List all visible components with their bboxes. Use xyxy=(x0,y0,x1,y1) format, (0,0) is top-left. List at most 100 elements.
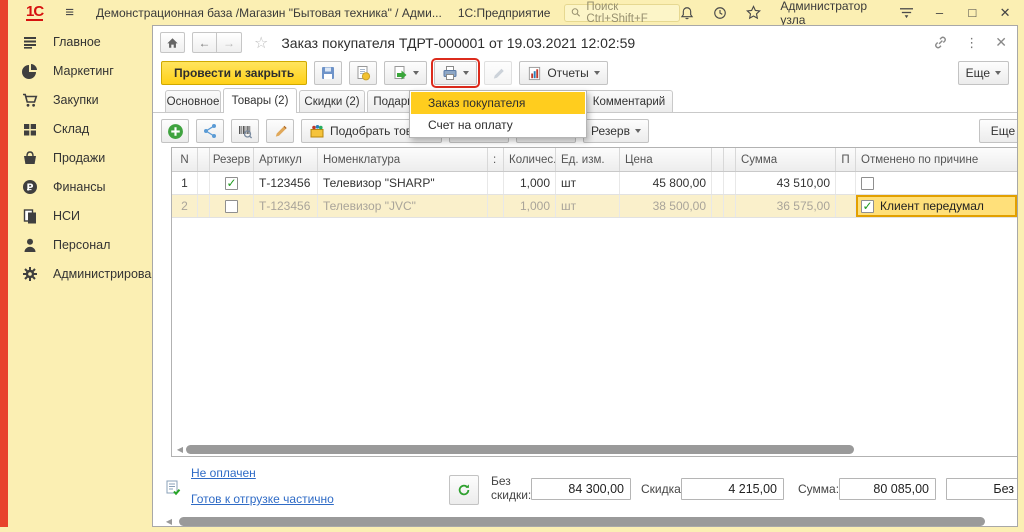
cell-sum[interactable]: 43 510,00 xyxy=(736,172,836,194)
cell-blank[interactable] xyxy=(712,172,724,194)
menu-item-zakaz-pokupatelya[interactable]: Заказ покупателя xyxy=(411,92,585,114)
add-row-button[interactable] xyxy=(161,119,189,143)
print-button[interactable] xyxy=(434,61,477,85)
post-document-button[interactable] xyxy=(349,61,377,85)
service-settings-icon[interactable] xyxy=(899,5,914,21)
current-user[interactable]: Администратор узла xyxy=(780,0,879,27)
add-to-favorites-icon[interactable]: ☆ xyxy=(254,33,268,53)
table-row-1[interactable]: 1 Т-123456 Телевизор "SHARP" 1,000 шт 45… xyxy=(172,172,1017,195)
tab-osnovnoe[interactable]: Основное xyxy=(165,90,221,112)
cell-char[interactable] xyxy=(488,172,504,194)
table-horizontal-scrollbar[interactable]: ◀ xyxy=(174,444,1015,455)
save-button[interactable] xyxy=(314,61,342,85)
cell-blank[interactable] xyxy=(712,195,724,217)
refresh-button[interactable] xyxy=(449,475,479,505)
reserve-button[interactable]: Резерв xyxy=(583,119,649,143)
change-price-button[interactable] xyxy=(266,119,294,143)
history-icon[interactable] xyxy=(713,5,727,21)
col-header-char[interactable]: : xyxy=(488,148,504,171)
scroll-left-icon[interactable]: ◀ xyxy=(174,445,186,454)
without-discount-field[interactable]: 84 300,00 xyxy=(531,478,631,500)
tab-skidki[interactable]: Скидки (2) xyxy=(299,90,365,112)
maximize-button[interactable]: □ xyxy=(965,5,979,20)
sidebar-item-finansy[interactable]: Р Финансы xyxy=(8,172,152,201)
form-horizontal-scrollbar[interactable]: ◀ xyxy=(163,515,997,527)
cell-char[interactable] xyxy=(488,195,504,217)
col-header-price[interactable]: Цена xyxy=(620,148,712,171)
form-more-button[interactable]: Еще xyxy=(958,61,1009,85)
reports-button[interactable]: Отчеты xyxy=(519,61,607,85)
tab-kommentariy[interactable]: Комментарий xyxy=(585,90,673,112)
cell-article[interactable]: Т-123456 xyxy=(254,195,318,217)
sidebar-item-glavnoe[interactable]: Главное xyxy=(8,27,152,56)
cancel-checkbox-unchecked[interactable] xyxy=(861,177,874,190)
cell-blank[interactable] xyxy=(198,195,210,217)
col-header-qty[interactable]: Количес... xyxy=(504,148,556,171)
cell-qty[interactable]: 1,000 xyxy=(504,195,556,217)
tab-tovary[interactable]: Товары (2) xyxy=(223,88,297,113)
main-menu-icon[interactable]: ≡ xyxy=(65,4,74,21)
minimize-button[interactable]: – xyxy=(933,5,947,20)
close-window-button[interactable]: ✕ xyxy=(998,5,1012,21)
cell-unit[interactable]: шт xyxy=(556,195,620,217)
close-form-icon[interactable]: ✕ xyxy=(995,34,1007,51)
reserve-checkbox-checked[interactable] xyxy=(225,177,238,190)
cancel-checkbox-checked[interactable] xyxy=(861,200,874,213)
payment-status-link[interactable]: Не оплачен xyxy=(191,466,256,480)
vat-field[interactable]: Без НДС xyxy=(946,478,1018,500)
cell-price[interactable]: 38 500,00 xyxy=(620,195,712,217)
cell-unit[interactable]: шт xyxy=(556,172,620,194)
favorites-star-icon[interactable] xyxy=(746,5,761,21)
sidebar-item-administrirovanie[interactable]: Администрирование xyxy=(8,259,152,288)
cell-sum[interactable]: 36 575,00 xyxy=(736,195,836,217)
table-row-2-cancelled[interactable]: 2 Т-123456 Телевизор "JVC" 1,000 шт 38 5… xyxy=(172,195,1017,218)
structure-button[interactable] xyxy=(196,119,224,143)
table-scroll-thumb[interactable] xyxy=(186,445,854,454)
col-header-num[interactable]: N xyxy=(172,148,198,171)
items-more-button[interactable]: Еще xyxy=(979,119,1018,143)
cell-price[interactable]: 45 800,00 xyxy=(620,172,712,194)
cell-nomenclature[interactable]: Телевизор "JVC" xyxy=(318,195,488,217)
forward-button[interactable]: → xyxy=(217,32,242,53)
cell-p[interactable] xyxy=(836,195,856,217)
scroll-left-icon[interactable]: ◀ xyxy=(163,517,175,526)
cell-blank[interactable] xyxy=(198,172,210,194)
cell-num[interactable]: 1 xyxy=(172,172,198,194)
sidebar-item-sklad[interactable]: Склад xyxy=(8,114,152,143)
sidebar-item-nsi[interactable]: НСИ xyxy=(8,201,152,230)
get-link-icon[interactable] xyxy=(933,35,948,50)
reserve-checkbox-unchecked[interactable] xyxy=(225,200,238,213)
cell-blank[interactable] xyxy=(724,172,736,194)
cell-p[interactable] xyxy=(836,172,856,194)
create-based-on-button[interactable] xyxy=(384,61,427,85)
notifications-bell-icon[interactable] xyxy=(680,5,694,21)
sidebar-item-prodazhi[interactable]: Продажи xyxy=(8,143,152,172)
sidebar-item-zakupki[interactable]: Закупки xyxy=(8,85,152,114)
col-header-blank1[interactable] xyxy=(198,148,210,171)
discount-field[interactable]: 4 215,00 xyxy=(681,478,784,500)
cell-article[interactable]: Т-123456 xyxy=(254,172,318,194)
col-header-unit[interactable]: Ед. изм. xyxy=(556,148,620,171)
home-button[interactable] xyxy=(160,32,185,53)
cell-cancel-reason[interactable] xyxy=(856,172,1017,194)
cell-reserve[interactable] xyxy=(210,172,254,194)
col-header-p[interactable]: П xyxy=(836,148,856,171)
shipping-status-link[interactable]: Готов к отгрузке частично xyxy=(191,492,334,506)
col-header-blank3[interactable] xyxy=(724,148,736,171)
more-actions-kebab-icon[interactable]: ⋮ xyxy=(965,35,978,51)
col-header-cancelled[interactable]: Отменено по причине xyxy=(856,148,1017,171)
cell-num[interactable]: 2 xyxy=(172,195,198,217)
sidebar-item-personal[interactable]: Персонал xyxy=(8,230,152,259)
cell-cancel-reason-selected[interactable]: Клиент передумал xyxy=(856,195,1017,217)
col-header-nomenclature[interactable]: Номенклатура xyxy=(318,148,488,171)
sidebar-item-marketing[interactable]: Маркетинг xyxy=(8,56,152,85)
col-header-blank2[interactable] xyxy=(712,148,724,171)
cell-qty[interactable]: 1,000 xyxy=(504,172,556,194)
col-header-article[interactable]: Артикул xyxy=(254,148,318,171)
total-field[interactable]: 80 085,00 xyxy=(839,478,936,500)
col-header-reserve[interactable]: Резерв xyxy=(210,148,254,171)
search-input[interactable]: Поиск Ctrl+Shift+F xyxy=(564,4,680,22)
form-scroll-thumb[interactable] xyxy=(179,517,985,526)
menu-item-schet-na-oplatu[interactable]: Счет на оплату xyxy=(411,114,585,136)
post-and-close-button[interactable]: Провести и закрыть xyxy=(161,61,307,85)
